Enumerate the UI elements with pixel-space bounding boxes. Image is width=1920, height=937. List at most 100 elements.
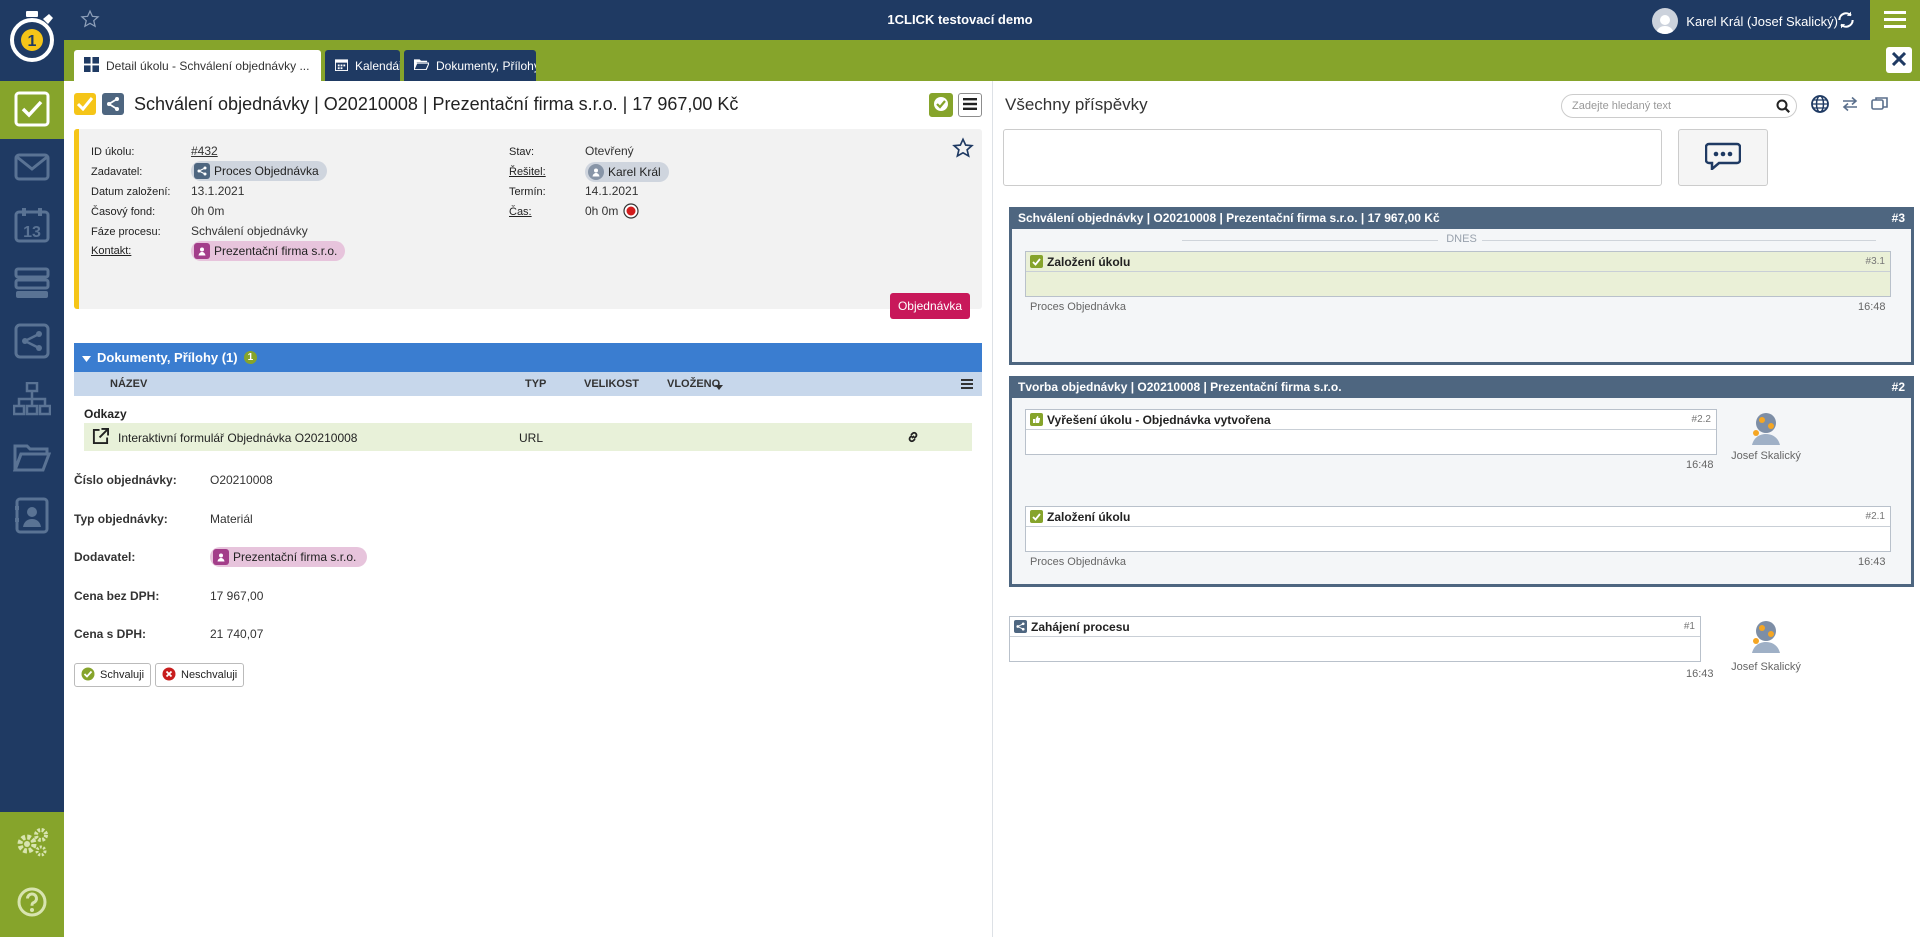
field-label: Datum založení:	[91, 186, 171, 198]
svg-text:1: 1	[28, 33, 37, 50]
close-tabs-button[interactable]	[1886, 47, 1912, 73]
post-time: 16:43	[1686, 668, 1714, 680]
post[interactable]: Zahájení procesu #1	[1009, 616, 1701, 662]
feed-thread[interactable]: Tvorba objednávky | O20210008 | Prezenta…	[1009, 376, 1914, 587]
button-label: Schvaluji	[100, 669, 145, 681]
reject-button[interactable]: Neschvaluji	[155, 663, 245, 687]
record-time-icon[interactable]	[623, 203, 639, 222]
process-icon	[194, 163, 210, 179]
col-type[interactable]: TYP	[525, 378, 546, 390]
field-value: 13.1.2021	[191, 184, 245, 198]
task-status-checkbox-icon[interactable]	[74, 93, 96, 115]
field-label: Stav:	[509, 146, 535, 158]
feed-tools	[1811, 95, 1889, 116]
task-info-box: ID úkolu: #432 Zadavatel: Proces Objedná…	[74, 129, 982, 319]
new-post-input[interactable]	[1003, 129, 1662, 186]
supplier-chip[interactable]: Prezentační firma s.r.o.	[210, 547, 367, 567]
contact-chip[interactable]: Prezentační firma s.r.o.	[191, 241, 346, 261]
process-icon	[14, 323, 50, 362]
post-author: Josef Skalický	[1731, 661, 1801, 673]
approve-button[interactable]: Schvaluji	[74, 663, 152, 687]
post-title: Založení úkolu	[1047, 509, 1131, 524]
post[interactable]: Založení úkolu #3.1	[1025, 251, 1891, 297]
feed-thread[interactable]: Schválení objednávky | O20210008 | Preze…	[1009, 207, 1914, 365]
sidebar-item-calendar[interactable]: 13	[0, 197, 64, 255]
col-size[interactable]: VELIKOST	[584, 378, 639, 390]
favorite-star-icon[interactable]	[80, 9, 100, 32]
complete-task-button[interactable]	[929, 93, 953, 117]
thread-number: #3	[1891, 211, 1905, 225]
count-badge: 1	[243, 351, 258, 364]
sidebar-item-files[interactable]	[0, 429, 64, 487]
checkbox-icon	[1030, 510, 1043, 523]
tab-bar: Detail úkolu - Schválení objednávky ... …	[64, 40, 1920, 81]
post-author: Proces Objednávka	[1030, 301, 1126, 313]
field-value: 0h 0m	[585, 204, 619, 218]
sidebar-item-contacts[interactable]	[0, 487, 64, 545]
post-time: 16:48	[1686, 459, 1714, 471]
post-author: Josef Skalický	[1731, 450, 1801, 462]
windows-icon[interactable]	[1871, 95, 1889, 116]
assignee-chip[interactable]: Karel Král	[585, 162, 669, 182]
sidebar-item-help[interactable]	[0, 874, 64, 932]
sidebar-item-list[interactable]	[0, 255, 64, 313]
field-label-link[interactable]: Čas:	[509, 206, 532, 218]
order-button[interactable]: Objednávka	[889, 293, 970, 319]
post-time: 16:48	[1858, 301, 1886, 313]
task-menu-button[interactable]	[958, 93, 982, 117]
col-name[interactable]: NÁZEV	[110, 378, 147, 390]
hamburger-icon	[963, 97, 977, 113]
feed-search-input[interactable]: Zadejte hledaný text	[1561, 94, 1797, 118]
tab-label: Kalendář	[355, 58, 400, 73]
documents-section-header[interactable]: Dokumenty, Přílohy (1) 1	[74, 343, 982, 372]
sidebar-item-mail[interactable]	[0, 139, 64, 197]
field-value: 0h 0m	[191, 204, 225, 218]
requester-chip[interactable]: Proces Objednávka	[191, 161, 327, 181]
app-logo[interactable]: 1	[0, 0, 64, 81]
col-inserted[interactable]: VLOŽENO	[667, 378, 720, 390]
sidebar-item-settings[interactable]	[0, 814, 64, 872]
send-post-button[interactable]	[1678, 129, 1768, 186]
globe-icon[interactable]	[1811, 95, 1829, 116]
field-label-link[interactable]: Řešitel:	[509, 166, 546, 178]
tab-task-detail[interactable]: Detail úkolu - Schválení objednávky ...	[74, 50, 321, 81]
feed-panel: Všechny příspěvky Zadejte hledaný text S…	[992, 81, 1920, 937]
svg-text:13: 13	[23, 224, 41, 241]
chip-label: Prezentační firma s.r.o.	[214, 244, 338, 258]
sidebar-item-org[interactable]	[0, 371, 64, 429]
tab-documents[interactable]: Dokumenty, Přílohy (1)	[404, 50, 536, 81]
star-icon[interactable]	[952, 137, 974, 162]
user-menu[interactable]: Karel Král (Josef Skalický)	[1652, 8, 1838, 34]
top-bar: 1CLICK testovací demo Karel Král (Josef …	[0, 0, 1920, 40]
contacts-icon	[15, 496, 49, 537]
title-tools	[929, 93, 982, 117]
task-title-row: Schválení objednávky | O20210008 | Preze…	[74, 93, 738, 115]
help-icon	[16, 886, 48, 921]
section-title: Dokumenty, Přílohy (1)	[97, 350, 238, 365]
date-separator: DNES	[1012, 233, 1911, 245]
close-icon	[1891, 51, 1907, 69]
task-id-link[interactable]: #432	[191, 144, 218, 158]
field-label-link[interactable]: Kontakt:	[91, 245, 131, 257]
link-icon[interactable]	[906, 430, 920, 447]
document-name[interactable]: Interaktivní formulář Objednávka O202100…	[118, 431, 357, 445]
tab-calendar[interactable]: Kalendář	[325, 50, 400, 81]
sidebar-item-process[interactable]	[0, 313, 64, 371]
field-label: Termín:	[509, 186, 546, 198]
settings-icon	[14, 826, 50, 861]
swap-icon[interactable]	[1841, 95, 1859, 116]
columns-menu-icon[interactable]	[961, 379, 973, 392]
contact-icon	[194, 243, 210, 259]
user-icon	[588, 164, 604, 180]
post[interactable]: Založení úkolu #2.1	[1025, 506, 1891, 552]
form-value: Materiál	[210, 512, 253, 526]
folder-icon	[413, 58, 430, 73]
calendar-icon	[335, 58, 348, 74]
chip-label: Proces Objednávka	[214, 164, 319, 178]
search-icon[interactable]	[1776, 99, 1790, 116]
post[interactable]: Vyřešení úkolu - Objednávka vytvořena #2…	[1025, 409, 1717, 455]
refresh-icon[interactable]	[1836, 10, 1856, 33]
main-menu-button[interactable]	[1870, 0, 1920, 40]
sidebar-item-tasks[interactable]	[0, 81, 64, 139]
table-row[interactable]: Interaktivní formulář Objednávka O202100…	[84, 423, 972, 451]
